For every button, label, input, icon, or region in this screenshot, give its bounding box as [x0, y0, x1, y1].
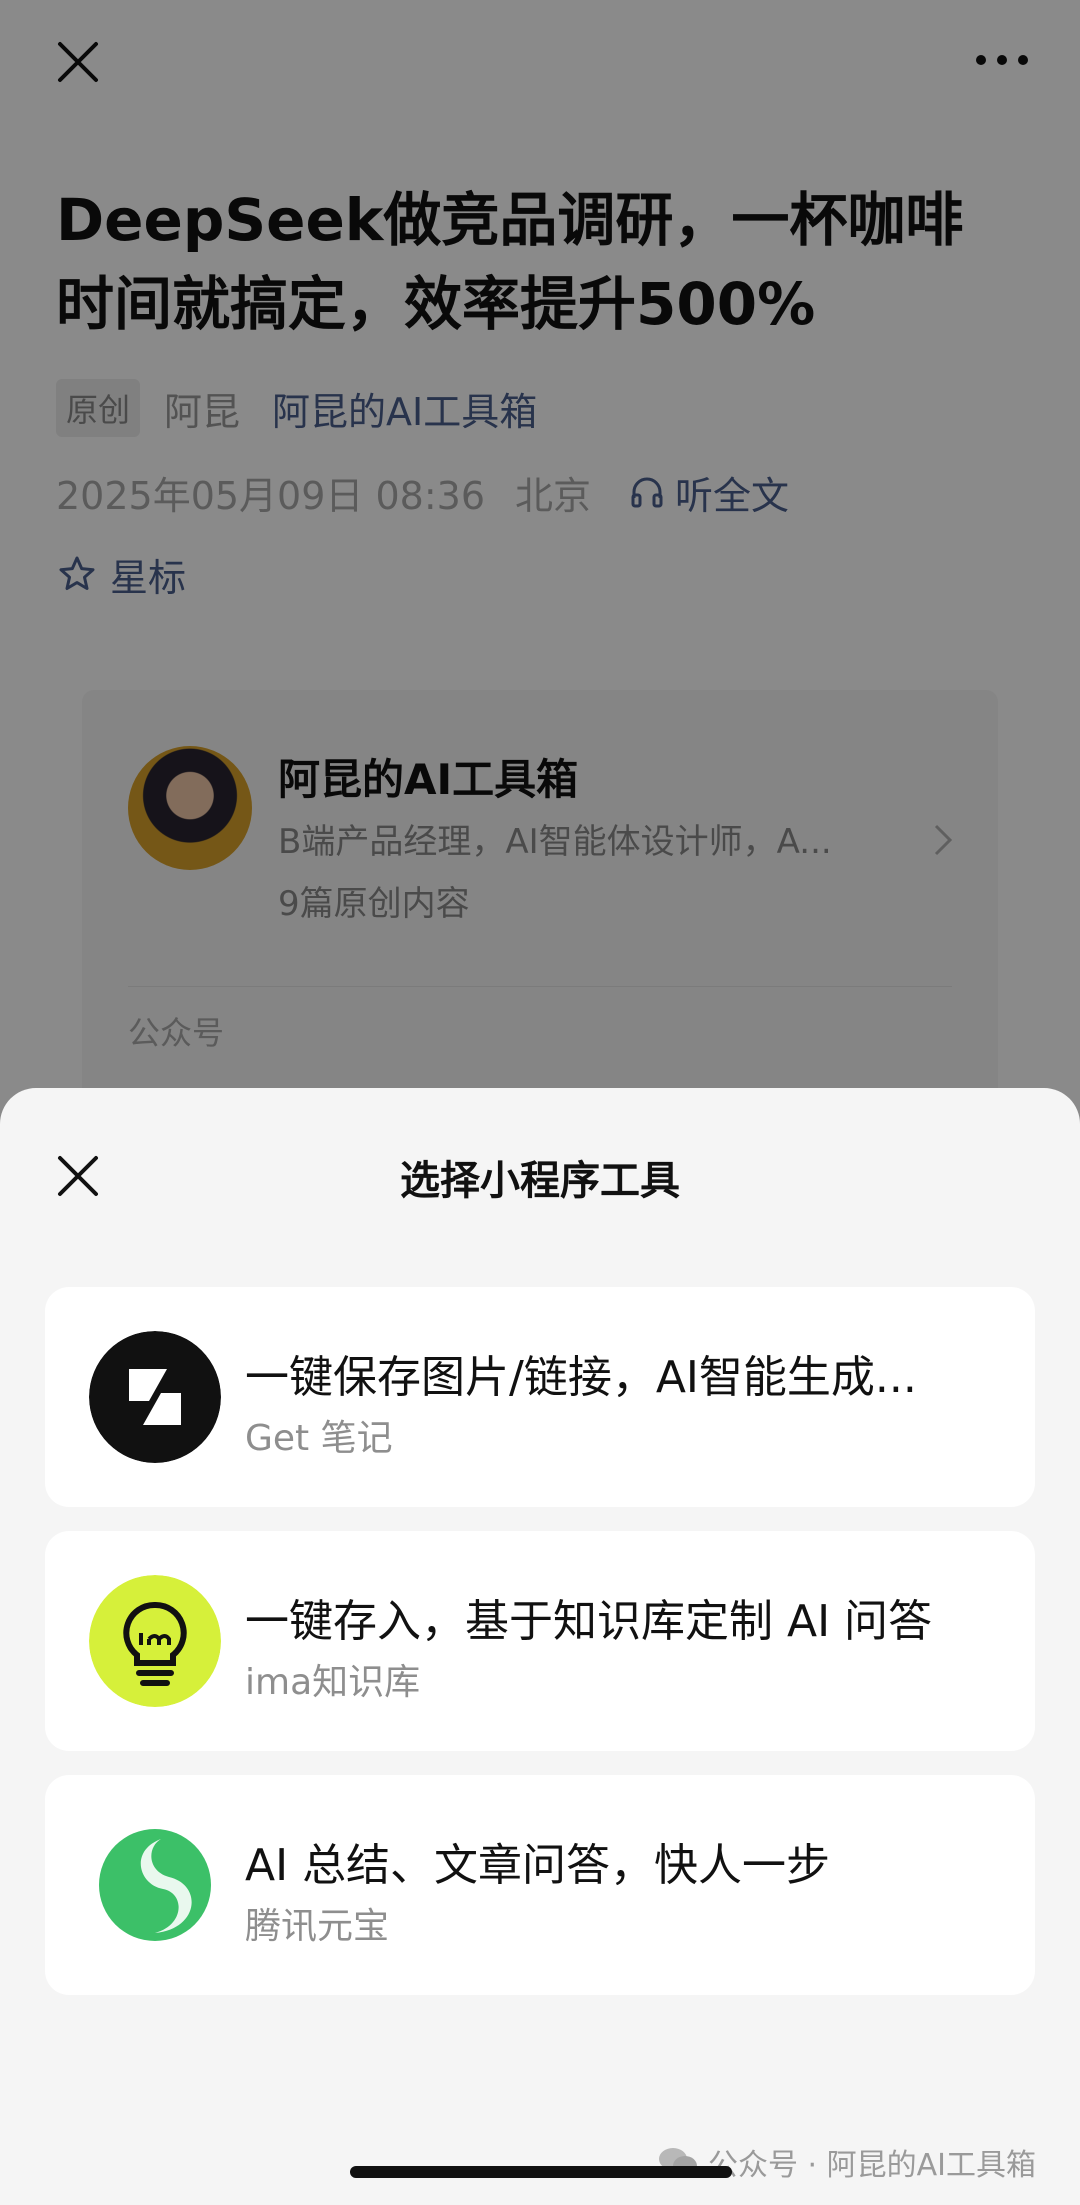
get-notes-icon [89, 1331, 221, 1463]
tool-name: Get 笔记 [245, 1418, 393, 1459]
tool-description: AI 总结、文章问答，快人一步 [245, 1840, 831, 1891]
yuanbao-icon [89, 1819, 221, 1951]
watermark-text: 公众号 · 阿昆的AI工具箱 [708, 2148, 1036, 2183]
tool-description: 一键存入，基于知识库定制 AI 问答 [245, 1596, 933, 1647]
sheet-title: 选择小程序工具 [400, 1158, 680, 1204]
tool-item-get-notes[interactable]: 一键保存图片/链接，AI智能生成... Get 笔记 [45, 1287, 1035, 1507]
tool-name: ima知识库 [245, 1662, 421, 1703]
mini-program-sheet: 选择小程序工具 一键保存图片/链接，AI智能生成... Get 笔记 一键存入，… [0, 1088, 1080, 2205]
tool-item-yuanbao[interactable]: AI 总结、文章问答，快人一步 腾讯元宝 [45, 1775, 1035, 1995]
watermark: 公众号 · 阿昆的AI工具箱 [658, 2138, 1036, 2186]
tool-name: 腾讯元宝 [245, 1906, 390, 1947]
tool-description: 一键保存图片/链接，AI智能生成... [245, 1352, 917, 1403]
ima-bulb-icon [89, 1575, 221, 1707]
tool-item-ima[interactable]: 一键存入，基于知识库定制 AI 问答 ima知识库 [45, 1531, 1035, 1751]
home-indicator[interactable] [350, 2166, 732, 2178]
